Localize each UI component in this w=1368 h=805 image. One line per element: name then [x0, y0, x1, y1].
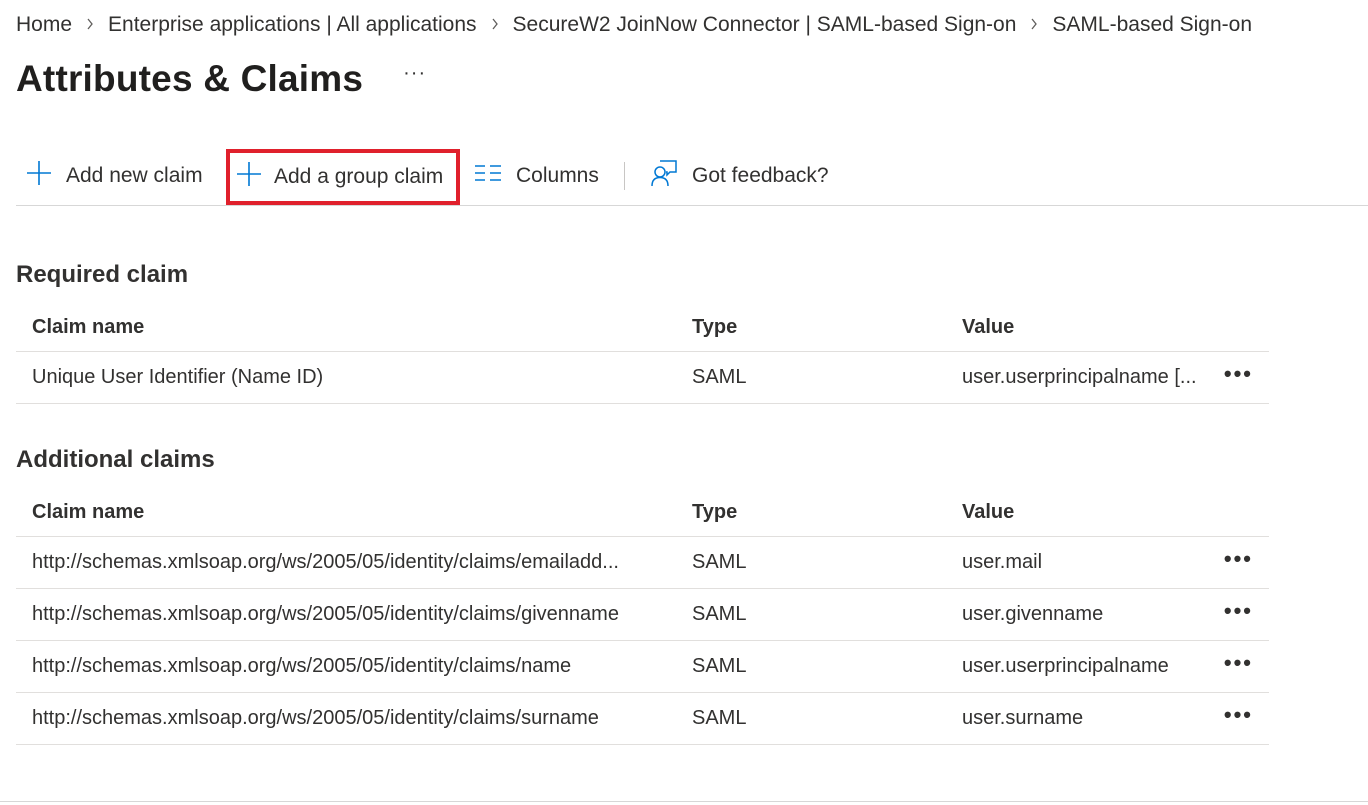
claim-type: SAML	[692, 707, 747, 729]
feedback-icon	[650, 159, 678, 193]
header-type: Type	[692, 501, 738, 523]
row-more-options-button[interactable]: •••	[1224, 352, 1253, 403]
claim-type: SAML	[692, 655, 747, 677]
claim-value-text: user.userprincipalname [...	[962, 366, 1197, 388]
header-type: Type	[692, 316, 738, 338]
claim-name-text: http://schemas.xmlsoap.org/ws/2005/05/id…	[32, 551, 619, 573]
add-new-claim-button[interactable]: Add new claim	[26, 149, 203, 203]
breadcrumb-enterprise-applications[interactable]: Enterprise applications | All applicatio…	[108, 13, 477, 37]
table-header: Claim name Type Value	[16, 489, 1269, 537]
add-new-claim-label: Add new claim	[66, 164, 203, 187]
claim-name: Unique User Identifier (Name ID)	[32, 352, 682, 403]
chevron-right-icon	[1016, 17, 1052, 33]
add-group-claim-label: Add a group claim	[274, 165, 444, 188]
command-bar: Add new claim Add a group claim Columns	[16, 146, 1368, 206]
claim-name: http://schemas.xmlsoap.org/ws/2005/05/id…	[32, 693, 682, 744]
table-row[interactable]: http://schemas.xmlsoap.org/ws/2005/05/id…	[16, 537, 1269, 589]
feedback-button[interactable]: Got feedback?	[650, 149, 829, 203]
table-row[interactable]: http://schemas.xmlsoap.org/ws/2005/05/id…	[16, 589, 1269, 641]
claim-name-text: http://schemas.xmlsoap.org/ws/2005/05/id…	[32, 655, 572, 677]
claim-name: http://schemas.xmlsoap.org/ws/2005/05/id…	[32, 537, 682, 588]
claim-name: http://schemas.xmlsoap.org/ws/2005/05/id…	[32, 589, 682, 640]
table-row[interactable]: http://schemas.xmlsoap.org/ws/2005/05/id…	[16, 641, 1269, 693]
row-more-options-button[interactable]: •••	[1224, 693, 1253, 744]
claim-name-text: http://schemas.xmlsoap.org/ws/2005/05/id…	[32, 707, 599, 729]
columns-icon	[474, 163, 502, 189]
more-options-button[interactable]: ···	[403, 62, 426, 85]
additional-claims-table: Claim name Type Value http://schemas.xml…	[16, 489, 1269, 745]
claim-value: user.surname	[962, 707, 1084, 729]
table-row[interactable]: Unique User Identifier (Name ID) SAML us…	[16, 352, 1269, 404]
chevron-right-icon	[477, 17, 513, 33]
required-claims-table: Claim name Type Value Unique User Identi…	[16, 304, 1269, 404]
breadcrumb-saml-sign-on[interactable]: SAML-based Sign-on	[1052, 13, 1252, 37]
columns-button[interactable]: Columns	[474, 149, 599, 203]
claim-value: user.givenname	[962, 603, 1104, 625]
feedback-label: Got feedback?	[692, 164, 829, 187]
claim-name: http://schemas.xmlsoap.org/ws/2005/05/id…	[32, 641, 682, 692]
table-header: Claim name Type Value	[16, 304, 1269, 352]
chevron-right-icon	[72, 17, 108, 33]
columns-label: Columns	[516, 164, 599, 187]
claim-name-text: http://schemas.xmlsoap.org/ws/2005/05/id…	[32, 603, 619, 625]
plus-icon	[26, 160, 52, 192]
toolbar-divider	[624, 162, 625, 190]
header-claim-name: Claim name	[32, 501, 145, 523]
claim-value: user.mail	[962, 551, 1043, 573]
title-row: Attributes & Claims ···	[16, 56, 426, 102]
header-claim-name: Claim name	[32, 316, 145, 338]
claim-name-text: Unique User Identifier (Name ID)	[32, 366, 324, 388]
header-value: Value	[962, 316, 1015, 338]
plus-icon	[236, 161, 262, 193]
claim-type: SAML	[692, 366, 747, 388]
bottom-divider	[0, 801, 1368, 802]
breadcrumb-home[interactable]: Home	[16, 13, 72, 37]
breadcrumb: Home Enterprise applications | All appli…	[16, 12, 1252, 38]
table-row[interactable]: http://schemas.xmlsoap.org/ws/2005/05/id…	[16, 693, 1269, 745]
header-value: Value	[962, 501, 1015, 523]
add-group-claim-button[interactable]: Add a group claim	[226, 149, 460, 205]
additional-claims-heading: Additional claims	[16, 446, 215, 473]
claim-value: user.userprincipalname	[962, 655, 1169, 677]
claim-type: SAML	[692, 551, 747, 573]
required-claim-heading: Required claim	[16, 261, 189, 288]
claim-type: SAML	[692, 603, 747, 625]
row-more-options-button[interactable]: •••	[1224, 589, 1253, 640]
page-title: Attributes & Claims	[16, 58, 364, 99]
row-more-options-button[interactable]: •••	[1224, 537, 1253, 588]
claim-value: user.userprincipalname [...	[962, 352, 1214, 403]
row-more-options-button[interactable]: •••	[1224, 641, 1253, 692]
breadcrumb-securew2-connector[interactable]: SecureW2 JoinNow Connector | SAML-based …	[513, 13, 1017, 37]
